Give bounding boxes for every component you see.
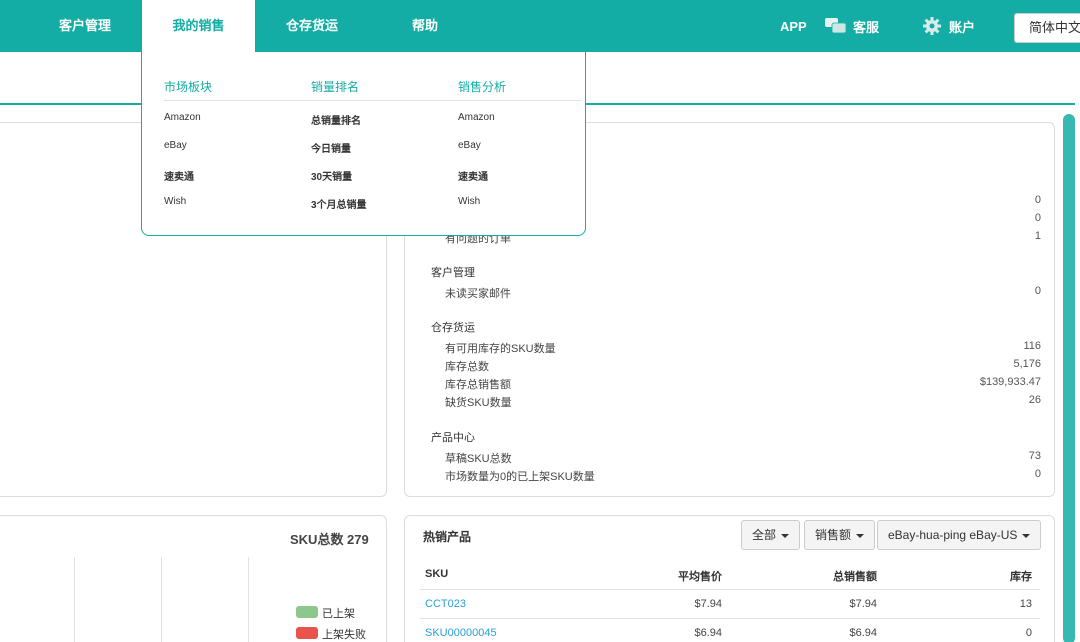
summary-row-label: 草稿SKU总数 (445, 453, 512, 465)
sku-chart-title: SKU总数 279 (290, 532, 369, 547)
nav-customer-management[interactable]: 客户管理 (45, 0, 125, 52)
language-select[interactable]: 简体中文 (1014, 13, 1080, 43)
summary-row-label: 库存总数 (445, 361, 489, 373)
menu-divider (164, 100, 582, 101)
orders-value: 1 (1034, 230, 1041, 242)
col-header-sku: SKU (425, 568, 449, 580)
summary-row-value: 5,176 (1013, 358, 1041, 370)
page-scrollbar[interactable] (1063, 114, 1075, 642)
stock-cell: 13 (1019, 598, 1032, 610)
chart-gridline (248, 557, 249, 642)
chart-gridline (74, 557, 75, 642)
menu-heading-analysis: 销售分析 (458, 80, 507, 94)
account-filter-button[interactable]: eBay-hua-ping eBay-US (877, 520, 1042, 550)
summary-row-value: $139,933.47 (979, 376, 1041, 388)
menu-item-market-wish[interactable]: Wish (164, 196, 186, 207)
avg-price-cell: $6.94 (694, 627, 722, 639)
menu-item-rank-total[interactable]: 总销量排名 (311, 112, 361, 127)
section-title-customer: 客户管理 (431, 267, 475, 279)
orders-value: 0 (1034, 194, 1041, 206)
stock-cell: 0 (1025, 627, 1032, 639)
summary-row-label: 有可用库存的SKU数量 (445, 343, 556, 355)
nav-account[interactable]: 账户 (922, 0, 975, 52)
summary-row-label: 市场数量为0的已上架SKU数量 (445, 471, 595, 483)
menu-heading-market: 市场板块 (164, 80, 213, 94)
summary-row-label: 缺货SKU数量 (445, 397, 512, 409)
nav-help[interactable]: 帮助 (395, 0, 455, 52)
scope-filter-button[interactable]: 全部 (741, 520, 801, 550)
sku-link[interactable]: CCT023 (425, 598, 466, 610)
menu-item-analysis-amazon[interactable]: Amazon (458, 112, 495, 123)
chart-gridline (161, 557, 162, 642)
my-sales-dropdown: 市场板块 销量排名 销售分析 Amazon eBay 速卖通 Wish 总销量排… (141, 52, 586, 236)
sku-link[interactable]: SKU00000045 (425, 627, 497, 639)
menu-item-analysis-aliexpress[interactable]: 速卖通 (458, 168, 488, 183)
col-header-avg-price: 平均售价 (678, 571, 722, 583)
legend-swatch-failed (296, 627, 318, 639)
metric-filter-button[interactable]: 销售额 (804, 520, 876, 550)
orders-value: 0 (1034, 212, 1041, 224)
gear-icon (922, 16, 942, 36)
summary-row-value: 73 (1028, 450, 1041, 462)
menu-heading-ranking: 销量排名 (311, 80, 360, 94)
menu-item-market-ebay[interactable]: eBay (164, 140, 187, 151)
nav-service-label: 客服 (853, 19, 880, 35)
nav-warehouse-shipping[interactable]: 仓存货运 (272, 0, 352, 52)
caret-down-icon (856, 533, 865, 538)
nav-service[interactable]: 客服 (825, 0, 879, 52)
summary-row-value: 0 (1034, 468, 1041, 480)
summary-row-label: 未读买家邮件 (445, 288, 511, 300)
section-title-warehouse: 仓存货运 (431, 322, 475, 334)
menu-item-rank-today[interactable]: 今日销量 (311, 140, 351, 155)
account-filter-label: eBay-hua-ping eBay-US (888, 528, 1018, 542)
metric-filter-label: 销售额 (815, 528, 852, 542)
caret-down-icon (1022, 533, 1031, 538)
summary-row-value: 0 (1034, 285, 1041, 297)
nav-account-label: 账户 (949, 19, 976, 35)
nav-app[interactable]: APP (780, 0, 807, 52)
menu-item-market-aliexpress[interactable]: 速卖通 (164, 168, 194, 183)
table-header-divider (420, 589, 1040, 590)
chat-icon (825, 18, 847, 34)
total-sales-cell: $7.94 (849, 598, 877, 610)
legend-label-failed: 上架失败 (322, 629, 366, 641)
menu-item-market-amazon[interactable]: Amazon (164, 112, 201, 123)
legend-swatch-listed (296, 606, 318, 618)
avg-price-cell: $7.94 (694, 598, 722, 610)
top-nav: 客户管理 我的销售 仓存货运 帮助 APP 客服 账户 简体中文 (0, 0, 1080, 52)
hot-products-title: 热销产品 (423, 530, 472, 544)
nav-my-sales[interactable]: 我的销售 (142, 0, 255, 52)
col-header-stock: 库存 (1010, 571, 1032, 583)
scope-filter-label: 全部 (752, 528, 777, 542)
menu-item-rank-30days[interactable]: 30天销量 (311, 168, 352, 183)
col-header-total-sales: 总销售额 (833, 571, 877, 583)
section-title-product: 产品中心 (431, 432, 475, 444)
legend-label-listed: 已上架 (322, 608, 355, 620)
summary-row-value: 116 (1023, 340, 1041, 352)
table-row-divider (420, 618, 1040, 619)
summary-row-label: 库存总销售额 (445, 379, 511, 391)
total-sales-cell: $6.94 (849, 627, 877, 639)
menu-item-rank-3months[interactable]: 3个月总销量 (311, 196, 367, 211)
summary-row-value: 26 (1028, 394, 1041, 406)
menu-item-analysis-wish[interactable]: Wish (458, 196, 480, 207)
caret-down-icon (781, 533, 790, 538)
menu-item-analysis-ebay[interactable]: eBay (458, 140, 481, 151)
